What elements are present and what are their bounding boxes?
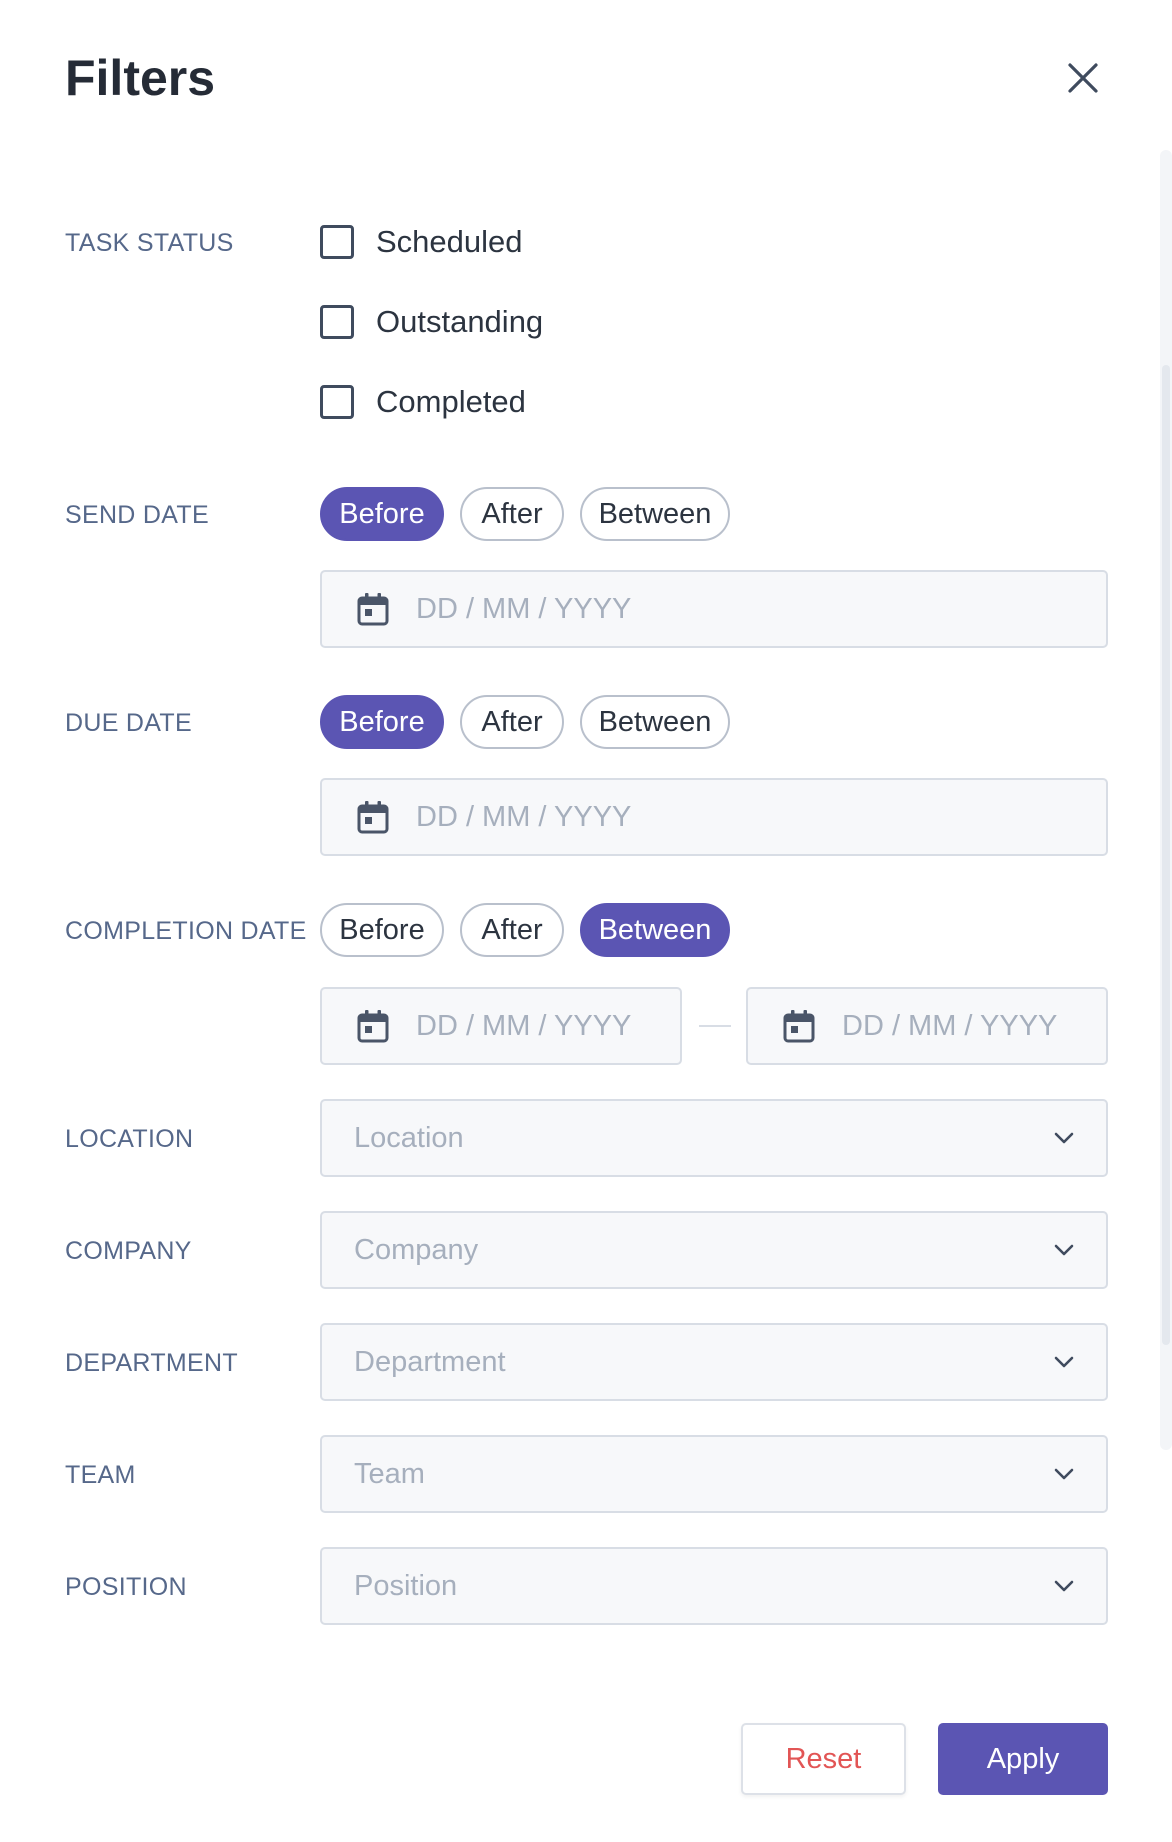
due-date-after-pill[interactable]: After (460, 695, 564, 749)
close-icon (1068, 63, 1098, 93)
team-placeholder: Team (354, 1457, 425, 1490)
send-date-before-pill[interactable]: Before (320, 487, 444, 541)
chevron-down-icon (1054, 1356, 1074, 1368)
due-date-input[interactable]: DD / MM / YYYY (320, 778, 1108, 856)
completion-date-between-pill[interactable]: Between (580, 903, 730, 957)
chevron-down-icon (1054, 1132, 1074, 1144)
calendar-icon (357, 801, 389, 834)
completion-date-after-pill[interactable]: After (460, 903, 564, 957)
completion-date-before-pill[interactable]: Before (320, 903, 444, 957)
status-option-scheduled[interactable]: Scheduled (320, 220, 523, 264)
team-label: TEAM (65, 1461, 136, 1489)
send-date-label: SEND DATE (65, 501, 209, 529)
reset-button[interactable]: Reset (741, 1723, 906, 1795)
team-select[interactable]: Team (320, 1435, 1108, 1513)
completion-end-placeholder: DD / MM / YYYY (842, 1009, 1058, 1042)
apply-button[interactable]: Apply (938, 1723, 1108, 1795)
department-placeholder: Department (354, 1345, 506, 1378)
close-button[interactable] (1055, 50, 1111, 106)
outstanding-checkbox[interactable] (320, 305, 354, 339)
position-select[interactable]: Position (320, 1547, 1108, 1625)
completion-date-end-input[interactable]: DD / MM / YYYY (746, 987, 1108, 1065)
due-date-placeholder: DD / MM / YYYY (416, 800, 632, 833)
position-label: POSITION (65, 1573, 187, 1601)
completion-start-placeholder: DD / MM / YYYY (416, 1009, 632, 1042)
date-range-separator (699, 1025, 731, 1027)
status-option-completed[interactable]: Completed (320, 380, 526, 424)
location-select[interactable]: Location (320, 1099, 1108, 1177)
page-title: Filters (65, 50, 216, 106)
scheduled-checkbox[interactable] (320, 225, 354, 259)
due-date-between-pill[interactable]: Between (580, 695, 730, 749)
company-select[interactable]: Company (320, 1211, 1108, 1289)
send-date-after-pill[interactable]: After (460, 487, 564, 541)
completion-date-start-input[interactable]: DD / MM / YYYY (320, 987, 682, 1065)
send-date-input[interactable]: DD / MM / YYYY (320, 570, 1108, 648)
completed-label: Completed (376, 384, 526, 419)
chevron-down-icon (1054, 1244, 1074, 1256)
task-status-label: TASK STATUS (65, 229, 234, 257)
outstanding-label: Outstanding (376, 304, 544, 339)
scrollbar-thumb[interactable] (1162, 365, 1170, 1345)
chevron-down-icon (1054, 1580, 1074, 1592)
completion-date-label: COMPLETION DATE (65, 917, 307, 945)
scheduled-label: Scheduled (376, 224, 523, 259)
calendar-icon (783, 1010, 815, 1043)
chevron-down-icon (1054, 1468, 1074, 1480)
due-date-before-pill[interactable]: Before (320, 695, 444, 749)
send-date-placeholder: DD / MM / YYYY (416, 592, 632, 625)
location-label: LOCATION (65, 1125, 194, 1153)
send-date-between-pill[interactable]: Between (580, 487, 730, 541)
department-label: DEPARTMENT (65, 1349, 238, 1377)
department-select[interactable]: Department (320, 1323, 1108, 1401)
calendar-icon (357, 1010, 389, 1043)
due-date-label: DUE DATE (65, 709, 192, 737)
position-placeholder: Position (354, 1569, 458, 1602)
company-label: COMPANY (65, 1237, 192, 1265)
calendar-icon (357, 593, 389, 626)
completed-checkbox[interactable] (320, 385, 354, 419)
status-option-outstanding[interactable]: Outstanding (320, 300, 543, 344)
location-placeholder: Location (354, 1121, 464, 1154)
company-placeholder: Company (354, 1233, 479, 1266)
